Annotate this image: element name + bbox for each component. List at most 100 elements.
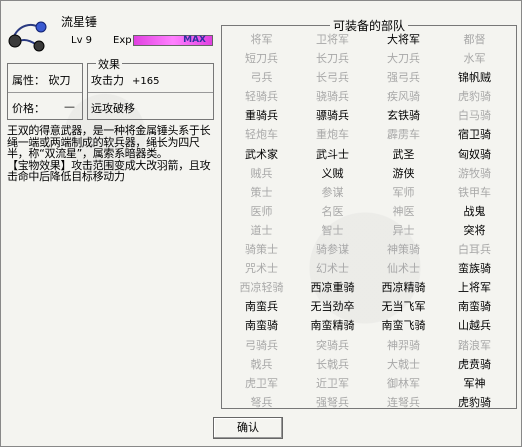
unit-item: 义贼 bbox=[321, 166, 344, 180]
unit-item: 水军 bbox=[463, 52, 486, 66]
unit-item: 卫将军 bbox=[316, 33, 349, 46]
unit-item: 大戟士 bbox=[387, 357, 420, 371]
unit-item: 宿卫骑 bbox=[458, 128, 491, 142]
exp-label: Exp bbox=[113, 35, 132, 46]
price-row: 价格： — bbox=[12, 100, 75, 116]
unit-item: 连弩兵 bbox=[387, 395, 420, 409]
unit-item: 轻炮车 bbox=[245, 128, 278, 142]
special-effect: 远攻破移 bbox=[91, 102, 135, 115]
price-label: 价格： bbox=[12, 102, 45, 115]
unit-item: 蛮族骑 bbox=[458, 262, 491, 276]
unit-item: 戟兵 bbox=[250, 357, 273, 371]
attribute-box: 属性： 砍刀 价格： — bbox=[7, 63, 83, 120]
unit-item: 踏浪军 bbox=[458, 338, 491, 352]
unit-item: 智士 bbox=[321, 223, 344, 237]
unit-item: 上将军 bbox=[458, 281, 491, 295]
effect-box: 效果 攻击力 +165 远攻破移 bbox=[87, 56, 214, 120]
item-level: Lv 9 bbox=[71, 35, 93, 46]
unit-item: 大刀兵 bbox=[387, 52, 420, 66]
unit-item: 南蛮精骑 bbox=[310, 319, 355, 333]
unit-item: 白马骑 bbox=[458, 109, 491, 123]
exp-status: MAX bbox=[183, 35, 206, 45]
attack-label: 攻击力 bbox=[91, 74, 124, 87]
unit-item: 御林军 bbox=[387, 376, 420, 390]
divider bbox=[88, 92, 213, 93]
unit-item: 霹雳车 bbox=[387, 128, 420, 142]
unit-item: 虎豹骑 bbox=[458, 90, 491, 104]
unit-item: 骑参谋 bbox=[316, 243, 349, 257]
unit-item: 短刀兵 bbox=[245, 52, 278, 66]
unit-item: 玄铁骑 bbox=[387, 109, 420, 123]
unit-item: 强弓兵 bbox=[387, 71, 420, 85]
unit-item: 游牧骑 bbox=[458, 166, 491, 180]
unit-item: 武斗士 bbox=[316, 147, 349, 161]
unit-item: 骑策士 bbox=[245, 243, 278, 257]
item-description: 王双的得意武器，是一种将金属锤头系于长绳一端或两端制成的软兵器，绳长为四尺半，称… bbox=[7, 125, 215, 183]
unit-item: 名医 bbox=[321, 204, 344, 218]
units-grid: 将军 卫将军 大将军 都督 短刀兵 长刀兵 大刀兵 水军 弓兵 长弓兵 强弓兵 锦帆贼 轻骑兵 骁骑兵 疾风… bbox=[226, 30, 510, 412]
unit-item: 虎豹骑 bbox=[458, 395, 491, 409]
unit-item: 南蛮骑 bbox=[458, 300, 491, 314]
unit-item: 参谋 bbox=[321, 185, 344, 199]
item-detail-window: 流星锤 Lv 9 Exp MAX 属性： 砍刀 价格： — 效果 攻击力 +165… bbox=[0, 0, 522, 447]
effect-title: 效果 bbox=[96, 56, 122, 72]
unit-item: 锦帆贼 bbox=[458, 71, 491, 85]
unit-item: 重骑兵 bbox=[245, 109, 278, 123]
unit-item: 神策骑 bbox=[387, 243, 420, 257]
divider bbox=[8, 92, 82, 93]
unit-item: 无当劲卒 bbox=[310, 300, 355, 314]
unit-item: 战鬼 bbox=[463, 204, 486, 218]
unit-item: 长刀兵 bbox=[316, 52, 349, 66]
unit-item: 异士 bbox=[392, 223, 415, 237]
unit-item: 强弩兵 bbox=[316, 395, 349, 409]
unit-item: 重炮车 bbox=[316, 128, 349, 142]
unit-item: 咒术士 bbox=[245, 262, 278, 276]
unit-item: 无当飞军 bbox=[381, 300, 426, 314]
unit-item: 疾风骑 bbox=[387, 90, 420, 104]
meteor-hammer-icon bbox=[7, 15, 49, 53]
unit-item: 西凉轻骑 bbox=[239, 281, 284, 295]
unit-item: 南蛮兵 bbox=[245, 300, 278, 314]
unit-item: 仙术士 bbox=[387, 262, 420, 276]
unit-item: 弩兵 bbox=[250, 395, 273, 409]
equippable-units-panel: 可装备的部队 将军 卫将军 大将军 都督 短刀兵 长刀兵 大刀兵 水军 弓兵 长弓兵 强弓兵 锦帆贼轻… bbox=[221, 17, 517, 412]
unit-item: 铁甲车 bbox=[458, 185, 491, 199]
unit-item: 弓兵 bbox=[250, 71, 273, 85]
exp-bar: MAX bbox=[133, 35, 213, 46]
unit-item: 神羿骑 bbox=[387, 338, 420, 352]
unit-item: 策士 bbox=[250, 185, 273, 199]
unit-item: 都督 bbox=[463, 33, 486, 46]
unit-item: 神医 bbox=[392, 204, 415, 218]
unit-item: 军师 bbox=[392, 185, 415, 199]
unit-item: 贼兵 bbox=[250, 166, 273, 180]
unit-item: 西凉重骑 bbox=[310, 281, 355, 295]
description-main: 王双的得意武器，是一种将金属锤头系于长绳一端或两端制成的软兵器，绳长为四尺半，称… bbox=[7, 124, 211, 160]
unit-item: 白耳兵 bbox=[458, 243, 491, 257]
attack-row: 攻击力 +165 bbox=[91, 72, 159, 88]
unit-item: 骠骑兵 bbox=[316, 109, 349, 123]
attribute-text: 属性： 砍刀 bbox=[12, 74, 71, 87]
unit-item: 南蛮骑 bbox=[245, 319, 278, 333]
confirm-button[interactable]: 确认 bbox=[213, 417, 283, 439]
unit-item: 幻术士 bbox=[316, 262, 349, 276]
unit-item: 武术家 bbox=[245, 147, 278, 161]
unit-item: 西凉精骑 bbox=[381, 281, 426, 295]
unit-item: 将军 bbox=[250, 33, 273, 46]
unit-item: 军神 bbox=[463, 376, 486, 390]
unit-item: 匈奴骑 bbox=[458, 147, 491, 161]
unit-item: 突骑兵 bbox=[316, 338, 349, 352]
unit-item: 长戟兵 bbox=[316, 357, 349, 371]
unit-item: 山越兵 bbox=[458, 319, 491, 333]
unit-item: 虎贲骑 bbox=[458, 357, 491, 371]
attack-value: +165 bbox=[132, 76, 160, 87]
unit-item: 长弓兵 bbox=[316, 71, 349, 85]
unit-item: 医师 bbox=[250, 204, 273, 218]
description-effect: 【宝物效果】攻击范围变成大改羽箭，且攻击命中后降低目标移动力 bbox=[7, 158, 211, 183]
unit-item: 突将 bbox=[463, 223, 486, 237]
price-value: — bbox=[64, 100, 75, 113]
unit-item: 道士 bbox=[250, 223, 273, 237]
unit-item: 虎卫军 bbox=[245, 376, 278, 390]
unit-item: 游侠 bbox=[392, 166, 415, 180]
unit-item: 骁骑兵 bbox=[316, 90, 349, 104]
unit-item: 南蛮飞骑 bbox=[381, 319, 426, 333]
